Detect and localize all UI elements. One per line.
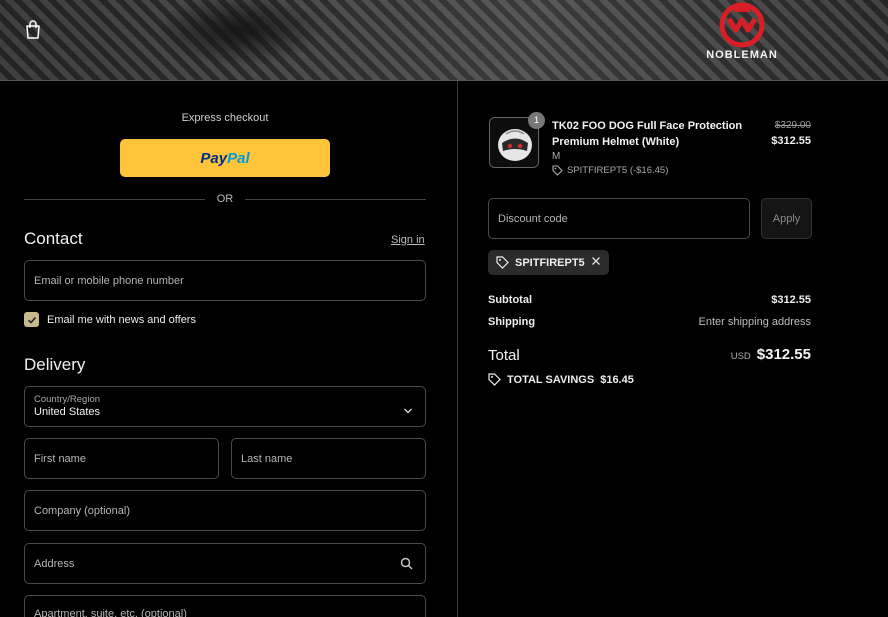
product-discount: SPITFIREPT5 (-$16.45) <box>552 165 668 176</box>
checkmark-icon <box>27 316 36 324</box>
country-label: Country/Region <box>34 394 101 405</box>
brand-logo[interactable]: NOBLEMAN <box>700 2 784 64</box>
first-name-input[interactable] <box>34 439 218 478</box>
shipping-value: Enter shipping address <box>698 316 811 328</box>
subtotal-label: Subtotal <box>488 294 532 306</box>
apply-button[interactable]: Apply <box>761 198 812 239</box>
total-savings: TOTAL SAVINGS $16.45 <box>488 373 634 386</box>
apartment-input[interactable] <box>34 608 425 617</box>
last-name-field[interactable] <box>231 438 426 479</box>
tag-icon <box>496 256 509 269</box>
apartment-field[interactable] <box>24 595 426 617</box>
country-value: United States <box>34 406 101 418</box>
discount-code-input[interactable] <box>498 199 749 238</box>
sign-in-link[interactable]: Sign in <box>391 234 425 246</box>
savings-value: $16.45 <box>600 373 634 386</box>
company-input[interactable] <box>34 491 425 530</box>
email-field[interactable] <box>24 260 426 301</box>
paypal-button[interactable]: Pay Pal <box>120 139 330 177</box>
express-checkout-label: Express checkout <box>181 112 269 124</box>
final-price: $312.55 <box>771 135 811 147</box>
country-select[interactable]: Country/Region United States <box>24 386 426 427</box>
search-icon <box>400 557 413 573</box>
total-currency: USD <box>730 351 751 362</box>
brand-name: NOBLEMAN <box>706 49 778 61</box>
column-divider <box>457 81 458 617</box>
first-name-field[interactable] <box>24 438 219 479</box>
quantity-badge: 1 <box>528 112 545 129</box>
contact-title: Contact <box>24 229 83 248</box>
product-discount-code: SPITFIREPT5 (-$16.45) <box>567 165 669 176</box>
total-amount: $312.55 <box>756 346 811 363</box>
total-value: USD $312.55 <box>731 346 811 363</box>
email-input[interactable] <box>34 261 425 300</box>
header-banner: NOBLEMAN <box>0 0 888 81</box>
company-field[interactable] <box>24 490 426 531</box>
tag-icon <box>552 165 563 176</box>
paypal-logo-pay: Pay <box>200 149 228 167</box>
discount-code-field[interactable] <box>488 198 750 239</box>
applied-discount-code: SPITFIREPT5 <box>515 256 585 269</box>
product-variant: M <box>552 151 561 162</box>
or-text: OR <box>216 193 234 205</box>
product-name: TK02 FOO DOG Full Face Protection Premiu… <box>552 120 743 148</box>
newsletter-checkbox[interactable] <box>24 312 39 327</box>
newsletter-option[interactable]: Email me with news and offers <box>24 312 196 327</box>
shipping-label: Shipping <box>488 316 536 328</box>
total-label: Total <box>488 347 520 364</box>
newsletter-label: Email me with news and offers <box>47 313 196 326</box>
tag-icon <box>488 373 501 386</box>
subtotal-value: $312.55 <box>771 294 811 306</box>
address-field[interactable] <box>24 543 426 584</box>
remove-discount-icon[interactable] <box>591 256 601 269</box>
savings-label: TOTAL SAVINGS <box>507 373 595 386</box>
delivery-title: Delivery <box>24 355 86 374</box>
last-name-input[interactable] <box>241 439 425 478</box>
paypal-logo-pal: Pal <box>227 149 250 167</box>
chevron-down-icon <box>403 402 413 420</box>
divider-line <box>245 198 426 200</box>
or-divider: OR <box>24 193 426 205</box>
nobleman-logo <box>719 2 765 48</box>
address-input[interactable] <box>34 544 425 583</box>
shopping-bag-icon[interactable] <box>24 20 42 40</box>
divider-line <box>24 198 205 200</box>
original-price: $329.00 <box>774 120 811 131</box>
applied-discount-chip: SPITFIREPT5 <box>488 250 609 275</box>
